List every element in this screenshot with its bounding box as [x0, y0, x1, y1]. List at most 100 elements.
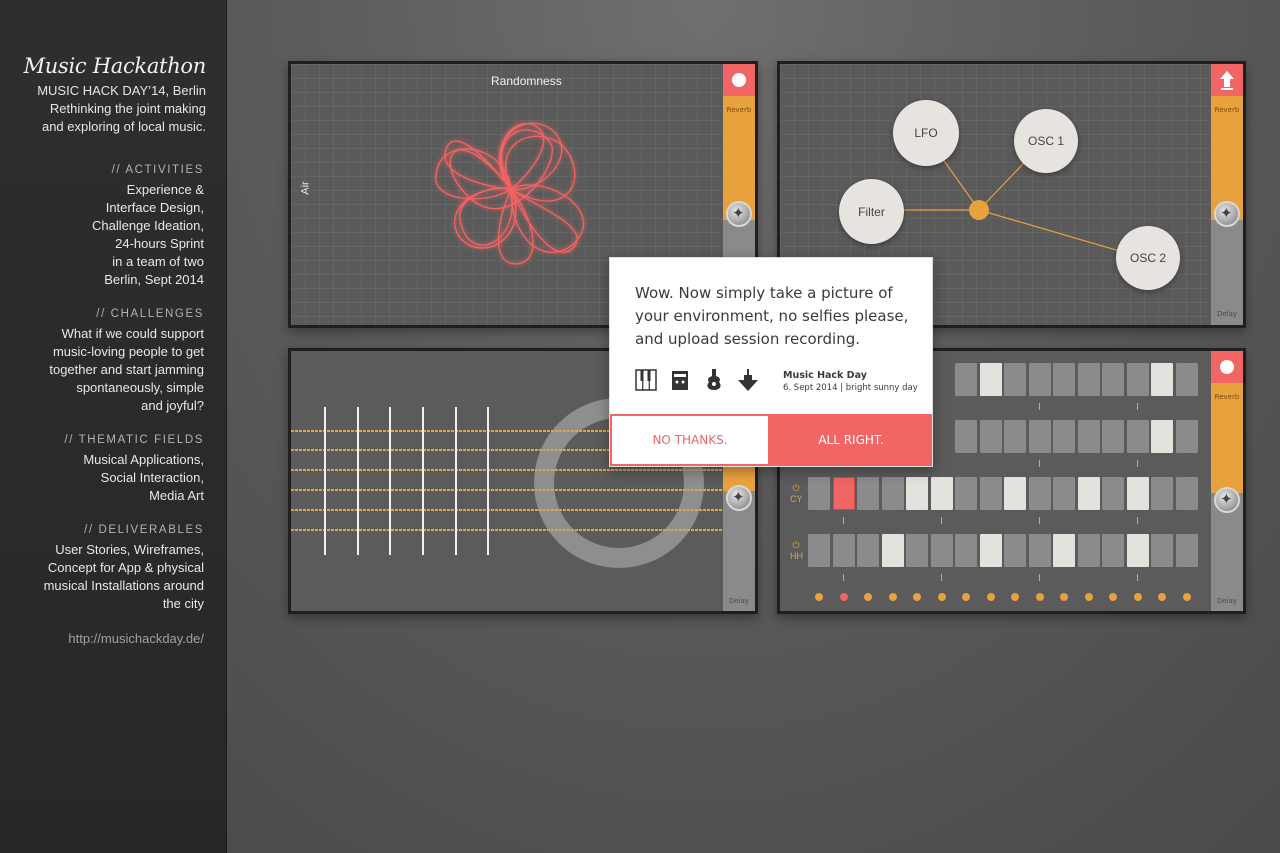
step-pad[interactable] — [1077, 477, 1100, 510]
step-pad[interactable] — [906, 534, 928, 567]
fader-knob[interactable] — [726, 201, 752, 227]
step-pad[interactable] — [979, 420, 1002, 453]
node-osc-2[interactable]: OSC 2 — [1116, 226, 1180, 290]
delay-label: Delay — [728, 597, 750, 605]
node-lfo[interactable]: LFO — [893, 100, 959, 166]
step-pad[interactable] — [1151, 477, 1173, 510]
step-pad[interactable] — [1077, 534, 1100, 567]
step-pad[interactable] — [1053, 477, 1075, 510]
step-pad[interactable] — [881, 534, 904, 567]
step-pad[interactable] — [1028, 363, 1051, 396]
upload-icon — [1220, 71, 1234, 90]
step-pad[interactable] — [1004, 477, 1026, 510]
step-pad[interactable] — [1053, 420, 1075, 453]
section-line: User Stories, Wireframes, — [55, 542, 204, 557]
effects-strip[interactable]: Reverb Delay — [1211, 351, 1243, 611]
section-deliverables: // DELIVERABLES User Stories, Wireframes… — [4, 522, 204, 613]
step-pad[interactable] — [1175, 534, 1198, 567]
playhead-dot — [937, 593, 946, 601]
no-thanks-button[interactable]: NO THANKS. — [610, 414, 770, 466]
step-pad[interactable] — [1151, 420, 1173, 453]
step-pad[interactable] — [832, 534, 855, 567]
section-line: Social Interaction, — [100, 470, 204, 485]
all-right-button[interactable]: ALL RIGHT. — [770, 414, 932, 466]
step-pad[interactable] — [1004, 534, 1026, 567]
section-line: the city — [162, 596, 204, 611]
step-pad[interactable] — [808, 477, 830, 510]
step-pad[interactable] — [1126, 534, 1149, 567]
piano-icon — [635, 369, 657, 391]
step-pad[interactable] — [1028, 420, 1051, 453]
step-pad[interactable] — [1102, 363, 1124, 396]
upload-dialog: Wow. Now simply take a picture of your e… — [609, 257, 933, 467]
reverb-label: Reverb — [1214, 106, 1240, 114]
step-pad[interactable] — [955, 420, 977, 453]
step-pad[interactable] — [1151, 363, 1173, 396]
node-filter[interactable]: Filter — [839, 179, 904, 244]
step-pad[interactable] — [906, 477, 928, 510]
step-pad[interactable] — [979, 477, 1002, 510]
fader-knob[interactable] — [1214, 487, 1240, 513]
step-pad[interactable] — [1126, 363, 1149, 396]
playhead-dot — [864, 593, 872, 601]
section-line: spontaneously, simple — [76, 380, 204, 395]
record-button[interactable] — [1211, 351, 1243, 383]
spinning-top-icon — [738, 369, 758, 391]
step-pad[interactable] — [930, 534, 953, 567]
step-pad[interactable] — [979, 534, 1002, 567]
step-pad[interactable] — [1004, 420, 1026, 453]
step-pad[interactable] — [1151, 534, 1173, 567]
section-heading: // ACTIVITIES — [111, 164, 204, 176]
step-pad[interactable] — [1102, 420, 1124, 453]
effects-strip[interactable]: Reverb Delay — [1211, 64, 1243, 325]
step-pad[interactable] — [955, 477, 977, 510]
section-line: and joyful? — [141, 398, 204, 413]
step-pad[interactable] — [1102, 477, 1124, 510]
step-pad[interactable] — [857, 477, 879, 510]
website-link[interactable]: http://musichackday.de/ — [68, 631, 204, 646]
step-pad[interactable] — [1028, 534, 1051, 567]
row-label: CY — [790, 494, 803, 504]
step-pad[interactable] — [1175, 420, 1198, 453]
playhead-dot — [1133, 593, 1142, 601]
step-pad[interactable] — [1053, 363, 1075, 396]
record-button[interactable] — [723, 64, 755, 96]
step-pad[interactable] — [930, 477, 953, 510]
step-pad[interactable] — [1126, 420, 1149, 453]
beat-marker — [940, 517, 942, 524]
step-pad[interactable] — [1126, 477, 1149, 510]
playhead-dot — [839, 593, 848, 601]
step-pad[interactable] — [1077, 420, 1100, 453]
sidebar: Music Hackathon MUSIC HACK DAY’14, Berli… — [0, 0, 227, 853]
fader-knob[interactable] — [726, 485, 752, 511]
step-pad[interactable] — [881, 477, 904, 510]
reverb-fader[interactable]: Reverb — [1211, 383, 1243, 493]
step-pad[interactable] — [1175, 363, 1198, 396]
step-pad[interactable] — [857, 534, 879, 567]
playhead-dot — [986, 593, 995, 601]
step-pad[interactable] — [1175, 477, 1198, 510]
step-pad[interactable] — [955, 534, 977, 567]
delay-label: Delay — [1216, 310, 1238, 318]
playhead-dot — [815, 593, 823, 601]
record-icon — [732, 73, 746, 87]
step-pad[interactable] — [1004, 363, 1026, 396]
fader-knob[interactable] — [1214, 201, 1240, 227]
step-pad[interactable] — [1077, 363, 1100, 396]
node-osc-1[interactable]: OSC 1 — [1014, 109, 1078, 173]
beat-marker — [1038, 403, 1040, 410]
step-pad[interactable] — [979, 363, 1002, 396]
step-pad[interactable] — [1053, 534, 1075, 567]
row-label: HH — [790, 551, 803, 561]
step-pad[interactable] — [832, 477, 855, 510]
beat-marker — [1136, 574, 1138, 581]
upload-button[interactable] — [1211, 64, 1243, 96]
step-pad[interactable] — [1102, 534, 1124, 567]
playhead-dot — [1011, 593, 1019, 601]
step-pad[interactable] — [1028, 477, 1051, 510]
step-pad[interactable] — [955, 363, 977, 396]
step-pad[interactable] — [808, 534, 830, 567]
patch-hub[interactable] — [969, 200, 989, 220]
power-icon[interactable]: ⏻ — [790, 484, 802, 493]
power-icon[interactable]: ⏻ — [790, 541, 802, 550]
